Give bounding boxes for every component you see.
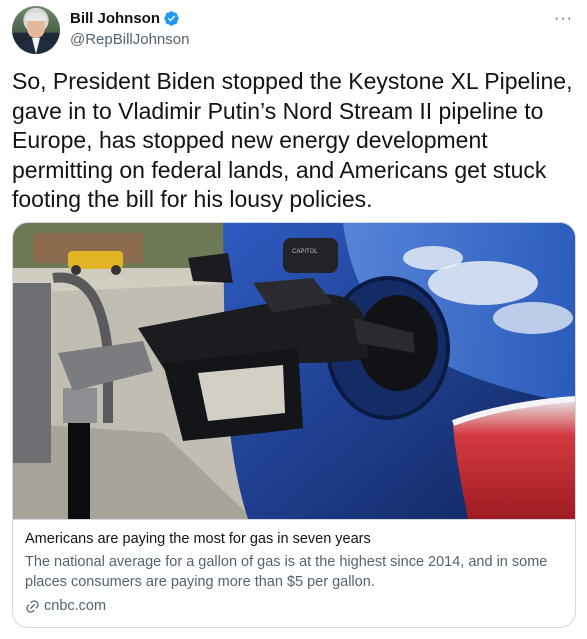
avatar[interactable]	[12, 6, 60, 54]
author-display-name[interactable]: Bill Johnson	[70, 10, 160, 27]
author-name-row[interactable]: Bill Johnson	[70, 10, 180, 27]
gas-pump-photo: CAPITOL	[13, 223, 575, 519]
verified-badge-icon	[164, 11, 179, 26]
tweet-header: Bill Johnson @RepBillJohnson ···	[12, 6, 575, 56]
link-icon	[26, 599, 39, 613]
card-domain-row[interactable]: cnbc.com	[25, 598, 563, 614]
cap-text: CAPITOL	[292, 249, 318, 255]
card-title[interactable]: Americans are paying the most for gas in…	[25, 530, 563, 549]
more-options-icon[interactable]: ···	[554, 10, 573, 28]
author-handle[interactable]: @RepBillJohnson	[70, 31, 189, 48]
card-image[interactable]: CAPITOL	[13, 223, 575, 519]
tweet-text: So, President Biden stopped the Keystone…	[12, 68, 573, 212]
card-description: The national average for a gallon of gas…	[25, 554, 548, 590]
link-preview-card[interactable]: CAPITOL Americans are paying the most fo…	[12, 222, 576, 628]
card-domain[interactable]: cnbc.com	[44, 598, 106, 614]
card-body[interactable]: Americans are paying the most for gas in…	[13, 519, 575, 627]
